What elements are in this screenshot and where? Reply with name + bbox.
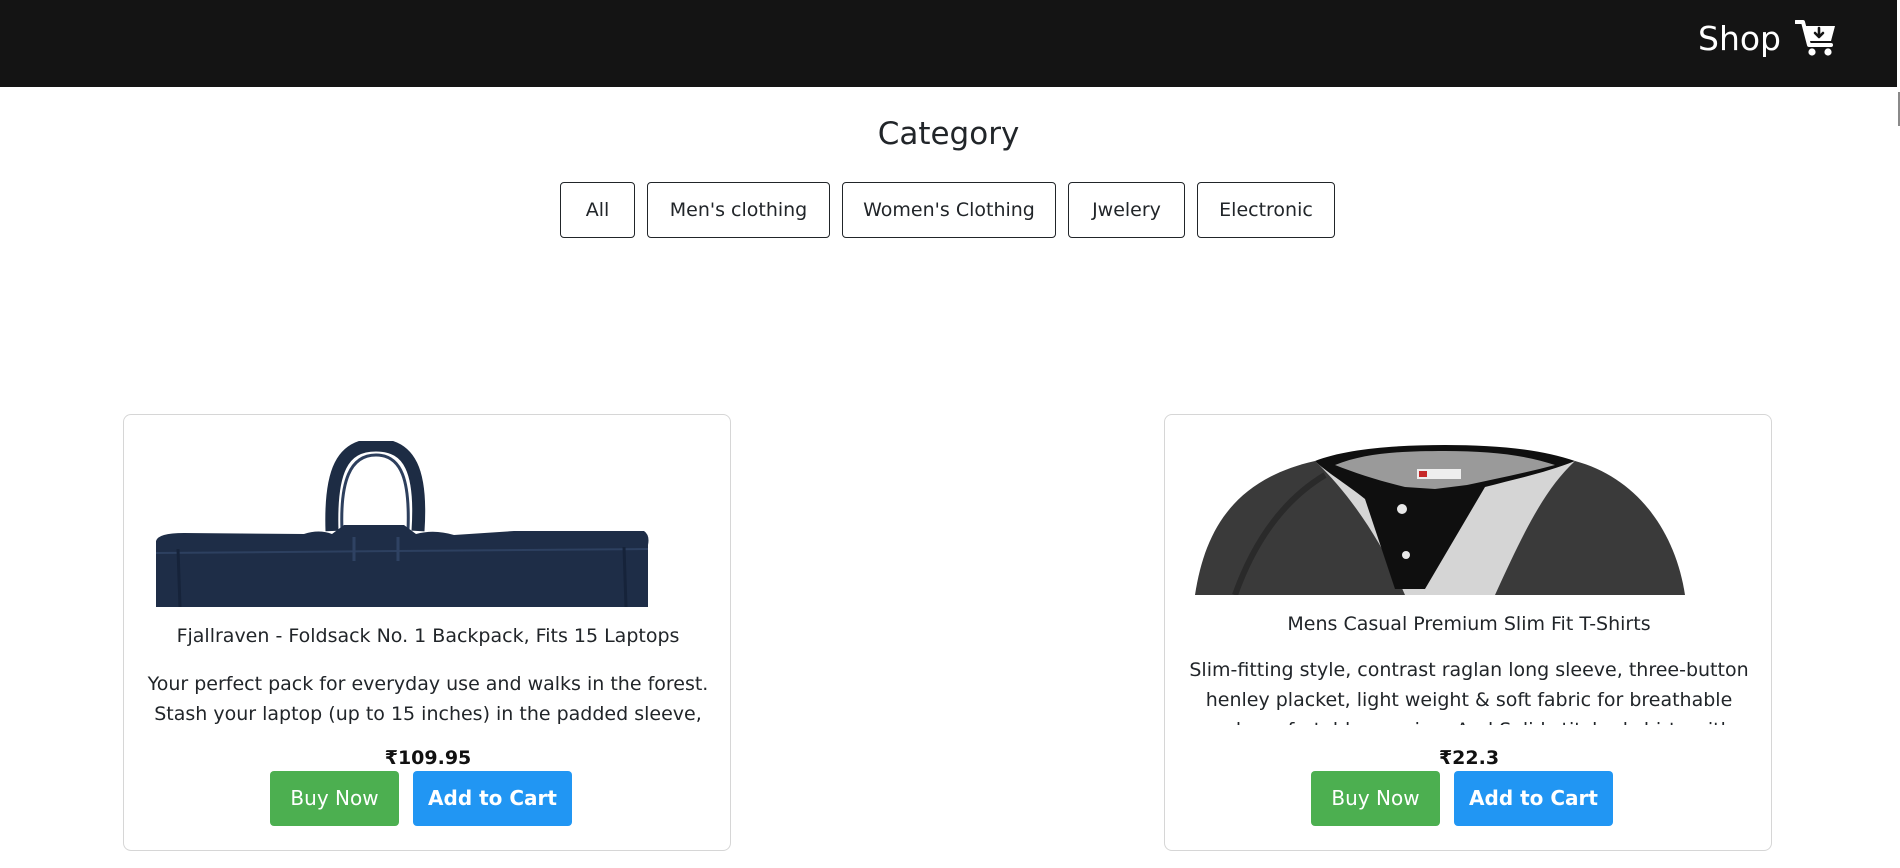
tshirt-image xyxy=(1195,445,1685,595)
cart-download-icon[interactable] xyxy=(1795,19,1837,57)
category-jwelery-button[interactable]: Jwelery xyxy=(1068,182,1185,238)
product-price: ₹22.3 xyxy=(1438,747,1500,769)
category-all-button[interactable]: All xyxy=(560,182,635,238)
product-description: Your perfect pack for everyday use and w… xyxy=(147,673,709,725)
shop-brand-link[interactable]: Shop xyxy=(1698,18,1781,60)
category-womens-clothing-button[interactable]: Women's Clothing xyxy=(842,182,1056,238)
backpack-image xyxy=(155,441,649,607)
product-card: Mens Casual Premium Slim Fit T-Shirts Sl… xyxy=(1164,414,1772,851)
product-title: Fjallraven - Foldsack No. 1 Backpack, Fi… xyxy=(176,625,680,647)
product-card: Fjallraven - Foldsack No. 1 Backpack, Fi… xyxy=(123,414,731,851)
category-heading: Category xyxy=(877,116,1020,152)
buy-now-button[interactable]: Buy Now xyxy=(270,771,399,826)
add-to-cart-button[interactable]: Add to Cart xyxy=(1454,771,1613,826)
category-mens-clothing-button[interactable]: Men's clothing xyxy=(647,182,830,238)
add-to-cart-button[interactable]: Add to Cart xyxy=(413,771,572,826)
top-navbar: Shop xyxy=(0,0,1897,87)
product-title: Mens Casual Premium Slim Fit T-Shirts xyxy=(1287,613,1651,635)
buy-now-button[interactable]: Buy Now xyxy=(1311,771,1440,826)
product-price: ₹109.95 xyxy=(384,747,472,769)
category-electronic-button[interactable]: Electronic xyxy=(1197,182,1335,238)
product-description: Slim-fitting style, contrast raglan long… xyxy=(1189,659,1749,725)
